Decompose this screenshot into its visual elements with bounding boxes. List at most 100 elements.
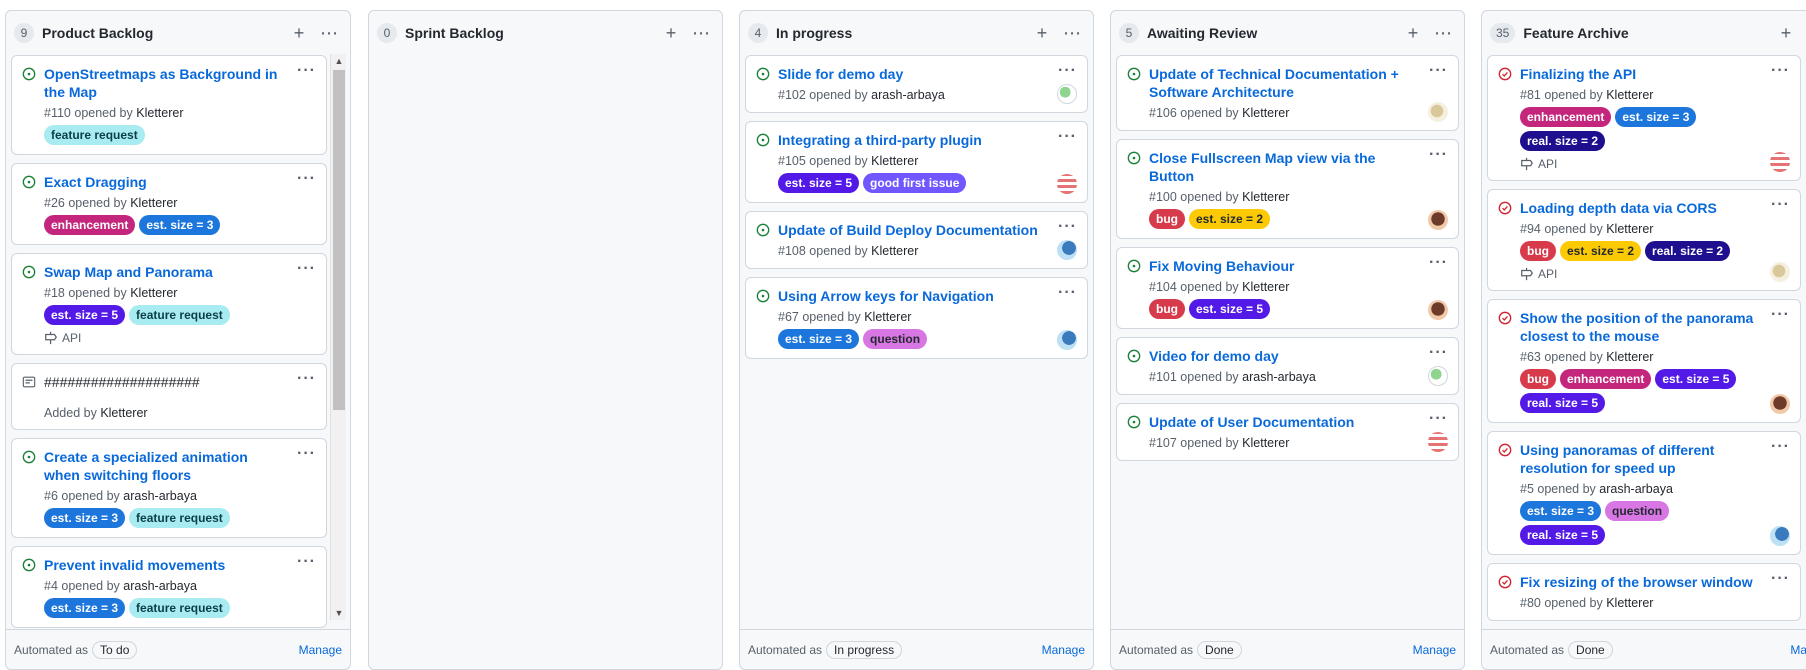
card-menu-kebab-icon[interactable]: ···	[1429, 254, 1448, 272]
milestone[interactable]: API	[44, 331, 314, 345]
issue-author[interactable]: Kletterer	[1242, 280, 1289, 294]
manage-automation-link[interactable]: Mar	[1790, 643, 1806, 657]
issue-card[interactable]: OpenStreetmaps as Background in the Map …	[11, 55, 327, 155]
assignee-avatar[interactable]	[1428, 432, 1448, 452]
label-bug[interactable]: bug	[1149, 299, 1185, 319]
issue-card[interactable]: Fix resizing of the browser window #80 o…	[1487, 563, 1801, 621]
issue-author[interactable]: Kletterer	[1606, 596, 1653, 610]
add-card-plus-icon[interactable]: +	[1400, 20, 1426, 46]
assignee-avatar[interactable]	[1770, 262, 1790, 282]
assignee-avatar[interactable]	[1057, 84, 1077, 104]
label-enhancement[interactable]: enhancement	[1520, 107, 1612, 127]
issue-author[interactable]: Kletterer	[136, 106, 183, 120]
label-est-size[interactable]: est. size = 5	[1655, 369, 1737, 389]
label-est-size[interactable]: est. size = 3	[1520, 501, 1602, 521]
label-est-size[interactable]: est. size = 3	[1615, 107, 1697, 127]
label-est-size[interactable]: est. size = 2	[1560, 241, 1642, 261]
issue-author[interactable]: Kletterer	[1606, 222, 1653, 236]
issue-author[interactable]: Kletterer	[871, 154, 918, 168]
card-menu-kebab-icon[interactable]: ···	[1058, 128, 1077, 146]
assignee-avatar[interactable]	[1770, 394, 1790, 414]
assignee-avatar[interactable]	[1428, 300, 1448, 320]
card-menu-kebab-icon[interactable]: ···	[1058, 218, 1077, 236]
issue-card[interactable]: Show the position of the panorama closes…	[1487, 299, 1801, 423]
issue-card[interactable]: Loading depth data via CORS #94 opened b…	[1487, 189, 1801, 291]
issue-title-link[interactable]: Create a specialized animation when swit…	[44, 448, 314, 484]
issue-title-link[interactable]: Prevent invalid movements	[44, 556, 314, 574]
label-real-size[interactable]: real. size = 2	[1645, 241, 1731, 261]
card-menu-kebab-icon[interactable]: ···	[1429, 344, 1448, 362]
assignee-avatar[interactable]	[1057, 174, 1077, 194]
scroll-down-arrow-icon[interactable]: ▼	[334, 608, 344, 618]
assignee-avatar[interactable]	[1057, 240, 1077, 260]
issue-card[interactable]: Using Arrow keys for Navigation #67 open…	[745, 277, 1088, 359]
label-bug[interactable]: bug	[1149, 209, 1185, 229]
issue-card[interactable]: Prevent invalid movements #4 opened by a…	[11, 546, 327, 628]
issue-card[interactable]: Update of Technical Documentation + Soft…	[1116, 55, 1459, 131]
label-enhancement[interactable]: enhancement	[1560, 369, 1652, 389]
assignee-avatar[interactable]	[1770, 152, 1790, 172]
issue-card[interactable]: Update of Build Deploy Documentation #10…	[745, 211, 1088, 269]
label-est-size[interactable]: est. size = 5	[44, 305, 126, 325]
column-menu-kebab-icon[interactable]: ⋯	[688, 20, 714, 46]
label-feature-request[interactable]: feature request	[129, 305, 230, 325]
label-est-size[interactable]: est. size = 3	[44, 598, 126, 618]
manage-automation-link[interactable]: Manage	[1042, 643, 1085, 657]
label-est-size[interactable]: est. size = 3	[44, 508, 126, 528]
issue-author[interactable]: Kletterer	[1606, 88, 1653, 102]
label-est-size[interactable]: est. size = 5	[1189, 299, 1271, 319]
issue-title-link[interactable]: Fix Moving Behaviour	[1149, 257, 1446, 275]
card-menu-kebab-icon[interactable]: ···	[297, 370, 316, 388]
card-menu-kebab-icon[interactable]: ···	[1771, 306, 1790, 324]
issue-card[interactable]: Integrating a third-party plugin #105 op…	[745, 121, 1088, 203]
card-menu-kebab-icon[interactable]: ···	[1429, 146, 1448, 164]
column-menu-kebab-icon[interactable]: ⋯	[316, 20, 342, 46]
issue-card[interactable]: Finalizing the API #81 opened by Kletter…	[1487, 55, 1801, 181]
add-card-plus-icon[interactable]: +	[1029, 20, 1055, 46]
label-feature-request[interactable]: feature request	[44, 125, 145, 145]
note-card[interactable]: #################### Added by Kletterer …	[11, 363, 327, 430]
issue-author[interactable]: arash-arbaya	[123, 579, 197, 593]
label-feature-request[interactable]: feature request	[129, 598, 230, 618]
issue-card[interactable]: Slide for demo day #102 opened by arash-…	[745, 55, 1088, 113]
assignee-avatar[interactable]	[1428, 366, 1448, 386]
issue-title-link[interactable]: Finalizing the API	[1520, 65, 1788, 83]
assignee-avatar[interactable]	[1057, 330, 1077, 350]
issue-title-link[interactable]: Fix resizing of the browser window	[1520, 573, 1788, 591]
issue-author[interactable]: Kletterer	[871, 244, 918, 258]
label-question[interactable]: question	[863, 329, 928, 349]
column-menu-kebab-icon[interactable]: ⋯	[1430, 20, 1456, 46]
issue-title-link[interactable]: Show the position of the panorama closes…	[1520, 309, 1788, 345]
column-menu-kebab-icon[interactable]: ⋯	[1059, 20, 1085, 46]
label-question[interactable]: question	[1605, 501, 1670, 521]
card-menu-kebab-icon[interactable]: ···	[1429, 62, 1448, 80]
issue-title-link[interactable]: Slide for demo day	[778, 65, 1075, 83]
label-feature-request[interactable]: feature request	[129, 508, 230, 528]
card-menu-kebab-icon[interactable]: ···	[297, 170, 316, 188]
issue-title-link[interactable]: Close Fullscreen Map view via the Button	[1149, 149, 1446, 185]
issue-author[interactable]: Kletterer	[130, 196, 177, 210]
card-menu-kebab-icon[interactable]: ···	[297, 445, 316, 463]
issue-card[interactable]: Swap Map and Panorama #18 opened by Klet…	[11, 253, 327, 355]
assignee-avatar[interactable]	[1770, 526, 1790, 546]
card-menu-kebab-icon[interactable]: ···	[1771, 196, 1790, 214]
issue-title-link[interactable]: Update of Technical Documentation + Soft…	[1149, 65, 1446, 101]
issue-card[interactable]: Update of User Documentation #107 opened…	[1116, 403, 1459, 461]
issue-author[interactable]: Kletterer	[130, 286, 177, 300]
issue-title-link[interactable]: Update of Build Deploy Documentation	[778, 221, 1075, 239]
label-bug[interactable]: bug	[1520, 241, 1556, 261]
issue-title-link[interactable]: Loading depth data via CORS	[1520, 199, 1788, 217]
add-card-plus-icon[interactable]: +	[1773, 20, 1799, 46]
label-est-size[interactable]: est. size = 3	[778, 329, 860, 349]
label-est-size[interactable]: est. size = 3	[139, 215, 221, 235]
add-card-plus-icon[interactable]: +	[286, 20, 312, 46]
card-menu-kebab-icon[interactable]: ···	[1771, 62, 1790, 80]
issue-title-link[interactable]: Swap Map and Panorama	[44, 263, 314, 281]
card-menu-kebab-icon[interactable]: ···	[297, 260, 316, 278]
issue-title-link[interactable]: Integrating a third-party plugin	[778, 131, 1075, 149]
scroll-up-arrow-icon[interactable]: ▲	[334, 56, 344, 66]
issue-author[interactable]: Kletterer	[1242, 106, 1289, 120]
issue-title-link[interactable]: Using Arrow keys for Navigation	[778, 287, 1075, 305]
issue-author[interactable]: Kletterer	[1242, 436, 1289, 450]
scrollbar-thumb[interactable]	[333, 70, 345, 410]
